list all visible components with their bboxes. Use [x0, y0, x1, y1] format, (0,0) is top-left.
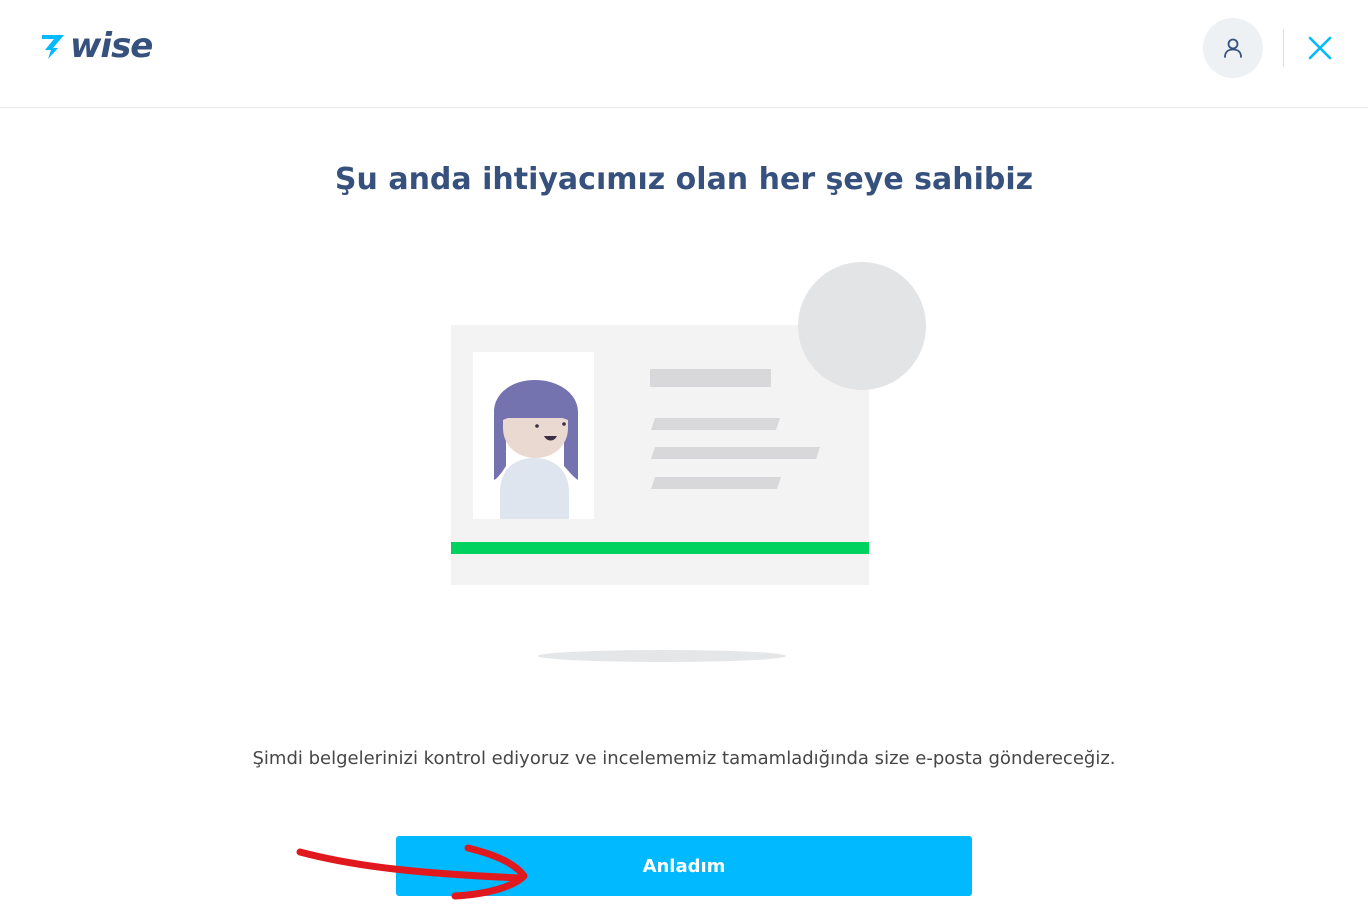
id-photo-frame — [473, 352, 594, 519]
id-photo-mouth — [544, 436, 557, 441]
status-description: Şimdi belgelerinizi kontrol ediyoruz ve … — [252, 748, 1116, 769]
id-photo-body — [500, 458, 569, 519]
id-card-seal-circle — [798, 262, 926, 390]
id-photo-hair — [494, 380, 578, 480]
header-divider — [1283, 29, 1284, 67]
id-card — [451, 325, 869, 585]
id-photo-eye-left — [535, 424, 539, 428]
close-icon — [1308, 36, 1332, 60]
wise-flag-icon — [42, 35, 64, 59]
id-card-green-stripe — [451, 542, 869, 554]
top-bar: wise — [0, 0, 1368, 108]
user-icon — [1224, 38, 1242, 58]
page-title: Şu anda ihtiyacımız olan her şeye sahibi… — [334, 162, 1034, 197]
id-card-line-3 — [651, 447, 820, 459]
id-photo-eye-right — [562, 422, 566, 426]
id-card-line-4 — [651, 477, 781, 489]
close-button[interactable] — [1302, 30, 1338, 66]
wise-logo[interactable]: wise — [40, 26, 153, 66]
id-card-line-2 — [651, 418, 780, 430]
got-it-button[interactable]: Anladım — [396, 836, 972, 896]
account-button[interactable] — [1203, 18, 1263, 78]
logo-wordmark: wise — [70, 26, 153, 66]
id-card-line-1 — [650, 369, 771, 387]
page: wise Şu anda ihtiyacımız olan her şeye s… — [0, 0, 1368, 906]
id-photo-face — [503, 418, 568, 458]
illustration-shadow — [538, 650, 786, 662]
